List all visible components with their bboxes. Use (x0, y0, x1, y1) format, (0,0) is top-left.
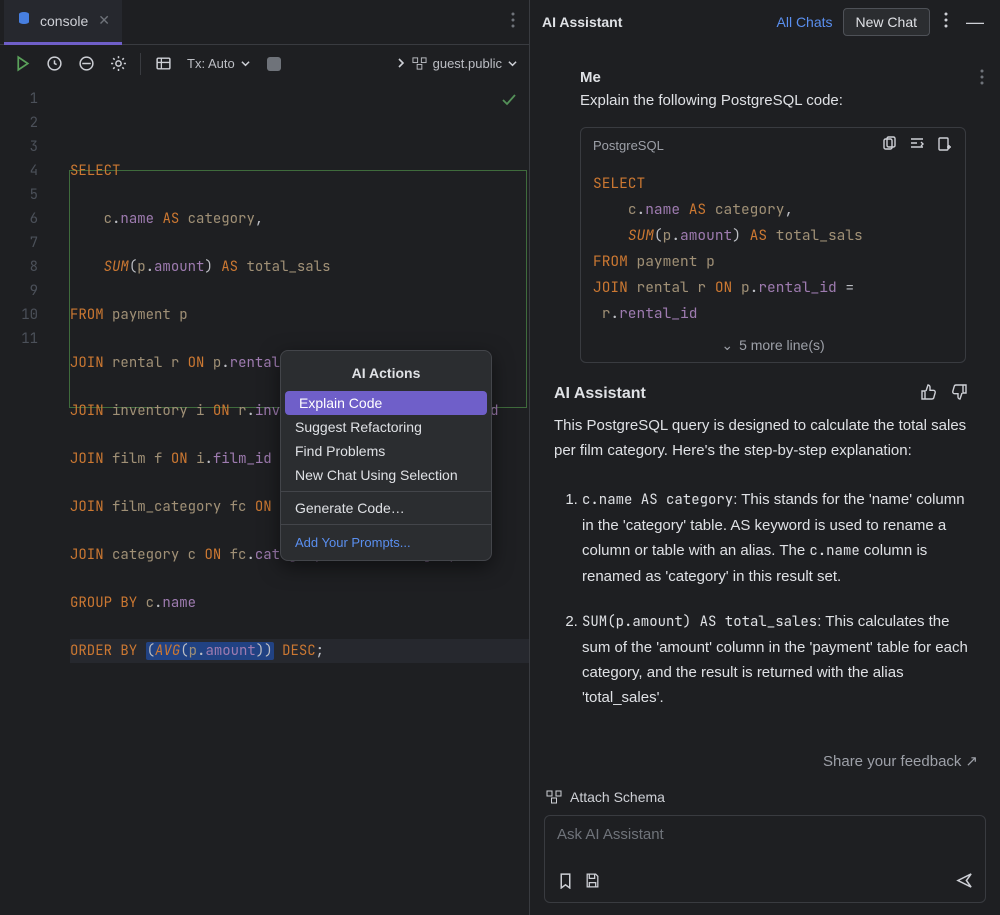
code-language-label: PostgreSQL (593, 138, 664, 153)
kw-select: SELECT (70, 162, 120, 180)
ai-action-explain-code[interactable]: Explain Code (285, 391, 487, 415)
ai-header: AI Assistant All Chats New Chat — (530, 0, 1000, 45)
all-chats-link[interactable]: All Chats (777, 14, 833, 30)
share-feedback-link[interactable]: Share your feedback↗ (530, 752, 1000, 778)
ai-assistant-pane: AI Assistant All Chats New Chat — Me Exp… (530, 0, 1000, 915)
chat-input[interactable]: Ask AI Assistant (544, 815, 986, 903)
ai-add-prompts-link[interactable]: Add Your Prompts... (281, 529, 491, 560)
ai-label: AI Assistant (554, 385, 968, 403)
editor-pane: console ✕ (0, 0, 530, 915)
send-button[interactable] (956, 872, 973, 894)
ok-check-icon (501, 91, 517, 115)
tab-title: console (40, 13, 88, 29)
popup-separator (281, 491, 491, 492)
attach-schema-button[interactable]: Attach Schema (530, 778, 1000, 815)
chat-input-placeholder: Ask AI Assistant (557, 826, 973, 843)
ai-action-suggest-refactoring[interactable]: Suggest Refactoring (281, 415, 491, 439)
schema-label: guest.public (433, 56, 502, 71)
ai-message: AI Assistant This PostgreSQL query is de… (542, 363, 988, 734)
settings-button[interactable] (104, 50, 132, 78)
tab-bar: console ✕ (0, 0, 529, 45)
thumbs-up-icon[interactable] (920, 383, 938, 406)
chevron-down-icon (508, 56, 517, 71)
tx-mode-selector[interactable]: Tx: Auto (181, 56, 256, 71)
data-view-button[interactable] (149, 50, 177, 78)
thumbs-down-icon[interactable] (950, 383, 968, 406)
attach-schema-label: Attach Schema (570, 789, 665, 805)
tbl-c: c (104, 210, 112, 228)
save-icon[interactable] (584, 872, 601, 894)
ai-body: This PostgreSQL query is designed to cal… (554, 413, 968, 710)
minimize-icon[interactable]: — (962, 8, 988, 37)
ai-actions-popup: AI Actions Explain Code Suggest Refactor… (280, 350, 492, 561)
conversation: Me Explain the following PostgreSQL code… (530, 45, 1000, 752)
tab-overflow-menu[interactable] (501, 6, 525, 39)
explain-plan-button[interactable] (72, 50, 100, 78)
close-icon[interactable]: ✕ (98, 12, 110, 29)
ai-action-find-problems[interactable]: Find Problems (281, 439, 491, 463)
ai-action-new-chat-selection[interactable]: New Chat Using Selection (281, 463, 491, 487)
chevron-down-icon (241, 56, 250, 71)
run-button[interactable] (8, 50, 36, 78)
expand-code-button[interactable]: ⌄5 more line(s) (581, 331, 965, 362)
chevron-right-icon[interactable] (396, 56, 406, 71)
ai-title: AI Assistant (542, 14, 622, 30)
copy-icon[interactable] (881, 136, 897, 155)
user-label: Me (580, 69, 966, 86)
code-snippet-body: SELECT c.name AS category, SUM(p.amount)… (581, 163, 965, 331)
chevron-down-icon: ⌄ (721, 337, 733, 354)
code-snippet-card: PostgreSQL SELECT c.name AS category, SU… (580, 127, 966, 363)
toolbar-separator (140, 53, 141, 75)
tab-console[interactable]: console ✕ (4, 0, 122, 45)
ai-action-generate-code[interactable]: Generate Code… (281, 496, 491, 520)
message-more-menu[interactable] (980, 69, 984, 90)
ai-actions-title: AI Actions (281, 355, 491, 391)
new-chat-button[interactable]: New Chat (843, 8, 930, 36)
user-text: Explain the following PostgreSQL code: (580, 92, 966, 109)
popup-separator (281, 524, 491, 525)
external-link-icon: ↗ (965, 753, 978, 770)
explanation-item-1: c.name AS category: This stands for the … (582, 487, 968, 589)
create-file-icon[interactable] (937, 136, 953, 155)
history-button[interactable] (40, 50, 68, 78)
bookmark-icon[interactable] (557, 872, 574, 894)
database-icon (16, 11, 32, 30)
user-message: Me Explain the following PostgreSQL code… (542, 57, 988, 113)
explanation-item-2: SUM(p.amount) AS total_sales: This calcu… (582, 609, 968, 710)
col-name: name (120, 210, 154, 228)
tx-mode-label: Tx: Auto (187, 56, 235, 71)
schema-selector[interactable]: guest.public (412, 56, 517, 71)
line-gutter: 1234567891011 (0, 83, 52, 915)
editor-toolbar: Tx: Auto guest.public (0, 45, 529, 83)
fn-sum: SUM (104, 258, 129, 276)
insert-icon[interactable] (909, 136, 925, 155)
ai-more-menu[interactable] (940, 8, 952, 37)
stop-button[interactable] (260, 50, 288, 78)
